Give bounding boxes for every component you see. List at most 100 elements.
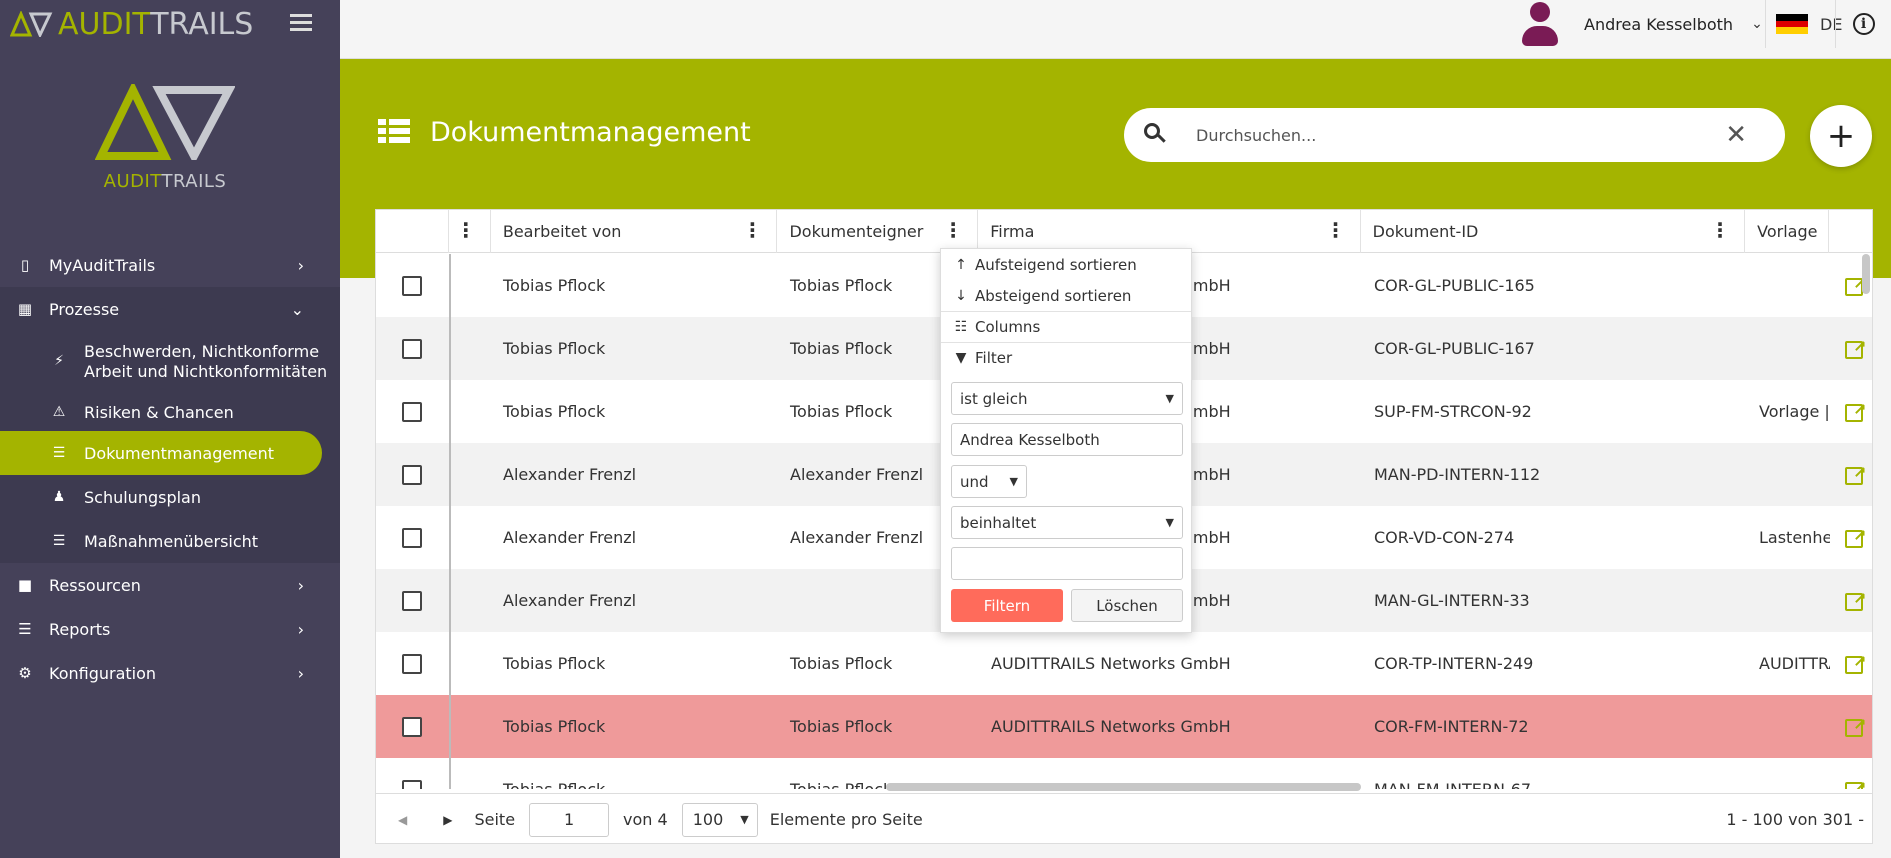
filter-value-2[interactable] bbox=[951, 547, 1183, 580]
header-dokument-id[interactable]: Dokument-ID ⋮ bbox=[1361, 210, 1746, 253]
filter-operator-2[interactable]: beinhaltet ▼ bbox=[951, 506, 1183, 539]
clear-button[interactable]: Löschen bbox=[1071, 589, 1183, 622]
row-checkbox-cell[interactable] bbox=[376, 695, 449, 758]
search-icon[interactable] bbox=[1144, 123, 1168, 147]
cell-open-link[interactable]: ↗ bbox=[1831, 632, 1872, 695]
add-label: + bbox=[1826, 116, 1856, 156]
row-checkbox-cell[interactable] bbox=[376, 380, 449, 443]
open-external-icon[interactable]: ↗ bbox=[1845, 778, 1869, 789]
cell-vorlage bbox=[1747, 254, 1831, 317]
open-external-icon[interactable]: ↗ bbox=[1845, 400, 1869, 424]
filter-logic-select[interactable]: und ▼ bbox=[951, 465, 1027, 498]
row-checkbox[interactable] bbox=[402, 464, 422, 485]
people-icon: ♟ bbox=[52, 489, 66, 505]
page-size-select[interactable]: 100 ▼ bbox=[681, 802, 758, 837]
row-checkbox[interactable] bbox=[402, 338, 422, 359]
column-menu-icon[interactable]: ⋮ bbox=[1326, 220, 1346, 240]
column-menu-icon[interactable]: ⋮ bbox=[456, 220, 476, 240]
row-checkbox-cell[interactable] bbox=[376, 317, 449, 380]
close-icon[interactable]: ✕ bbox=[1725, 120, 1747, 150]
list-icon: ☰ bbox=[52, 445, 66, 461]
row-checkbox[interactable] bbox=[402, 401, 422, 422]
row-checkbox[interactable] bbox=[402, 527, 422, 548]
cell-open-link[interactable]: ↗ bbox=[1831, 695, 1872, 758]
dropdown-arrow-icon: ▼ bbox=[740, 813, 749, 826]
open-external-icon[interactable]: ↗ bbox=[1845, 715, 1869, 739]
header-dokumenteigner[interactable]: Dokumenteigner ⋮ bbox=[777, 210, 979, 253]
header-vorlage[interactable]: Vorlage bbox=[1745, 210, 1830, 253]
row-checkbox-cell[interactable] bbox=[376, 632, 449, 695]
row-checkbox[interactable] bbox=[402, 275, 422, 296]
logo-caption-part2: TRAILS bbox=[161, 171, 227, 192]
page-input[interactable]: 1 bbox=[529, 802, 610, 837]
previous-page-icon[interactable]: ◀ bbox=[398, 813, 407, 827]
header-select-all[interactable] bbox=[376, 210, 449, 253]
open-external-icon[interactable]: ↗ bbox=[1845, 337, 1869, 361]
cell-open-link[interactable]: ↗ bbox=[1831, 758, 1872, 789]
sidebar-item-prozesse[interactable]: ▦ Prozesse ⌄ bbox=[0, 287, 340, 331]
vertical-scrollbar[interactable] bbox=[1862, 254, 1870, 294]
cell-open-link[interactable]: ↗ bbox=[1831, 569, 1872, 632]
cell-dokument-id: COR-TP-INTERN-249 bbox=[1374, 654, 1534, 673]
column-menu-icon[interactable]: ⋮ bbox=[1710, 220, 1730, 240]
row-checkbox-cell[interactable] bbox=[376, 569, 449, 632]
sidebar-subitem-massnahmen[interactable]: ☰ Maßnahmenübersicht bbox=[0, 519, 340, 563]
table-row[interactable]: Tobias Pflock Tobias Pflock AUDITTRAILS Ne… bbox=[376, 632, 1872, 695]
column-menu-icon[interactable]: ⋮ bbox=[943, 220, 963, 240]
row-checkbox[interactable] bbox=[402, 590, 422, 611]
filter-value-1-text: Andrea Kesselboth bbox=[960, 430, 1100, 449]
row-checkbox-cell[interactable] bbox=[376, 758, 449, 789]
next-page-icon[interactable]: ▶ bbox=[443, 813, 452, 827]
sidebar-item-konfiguration[interactable]: ⚙ Konfiguration › bbox=[0, 651, 340, 695]
filter-button[interactable]: Filtern bbox=[951, 589, 1063, 622]
row-checkbox[interactable] bbox=[402, 716, 422, 737]
add-document-button[interactable]: + bbox=[1810, 105, 1872, 167]
row-checkbox-cell[interactable] bbox=[376, 254, 449, 317]
header-firma[interactable]: Firma ⋮ bbox=[978, 210, 1361, 253]
cell-open-link[interactable]: ↗ bbox=[1831, 317, 1872, 380]
open-external-icon[interactable]: ↗ bbox=[1845, 526, 1869, 550]
filter-operator-1[interactable]: ist gleich ▼ bbox=[951, 382, 1183, 415]
open-external-icon[interactable]: ↗ bbox=[1845, 589, 1869, 613]
sidebar-subitem-beschwerden[interactable]: ⚡ Beschwerden, Nichtkonforme Arbeit und N… bbox=[0, 331, 340, 393]
page-label: Seite bbox=[474, 810, 516, 829]
table-row[interactable]: Tobias Pflock Tobias Pflock AUDITTRAILS Ne… bbox=[376, 695, 1872, 758]
horizontal-scrollbar[interactable] bbox=[886, 783, 1361, 791]
cell-vorlage: Vorlage | A bbox=[1759, 402, 1830, 421]
sort-ascending-item[interactable]: ↑ Aufsteigend sortieren bbox=[941, 249, 1191, 280]
header-bearbeitet-von[interactable]: Bearbeitet von ⋮ bbox=[491, 210, 778, 253]
row-checkbox-cell[interactable] bbox=[376, 506, 449, 569]
sort-descending-item[interactable]: ↓ Absteigend sortieren bbox=[941, 280, 1191, 311]
cell-open-link[interactable]: ↗ bbox=[1831, 443, 1872, 506]
hamburger-menu-icon[interactable] bbox=[290, 14, 312, 35]
sidebar: AUDITTRAILS AUDITTRAILS ▯ MyAuditTrails … bbox=[0, 0, 340, 858]
cell-open-link[interactable]: ↗ bbox=[1831, 506, 1872, 569]
sidebar-item-reports[interactable]: ☰ Reports › bbox=[0, 607, 340, 651]
info-button[interactable]: i bbox=[1835, 0, 1891, 48]
sidebar-subitem-label: Dokumentmanagement bbox=[84, 443, 275, 463]
sidebar-item-myaudittrails[interactable]: ▯ MyAuditTrails › bbox=[0, 243, 340, 287]
cell-dokument-id: SUP-FM-STRCON-92 bbox=[1374, 402, 1532, 421]
sidebar-subitem-risiken[interactable]: ⚠ Risiken & Chancen bbox=[0, 393, 340, 431]
row-checkbox-cell[interactable] bbox=[376, 443, 449, 506]
user-menu[interactable]: Andrea Kesselboth ⌄ bbox=[1520, 0, 1763, 48]
sidebar-subitem-dokumentmanagement[interactable]: ☰ Dokumentmanagement bbox=[0, 431, 322, 475]
row-checkbox[interactable] bbox=[402, 779, 422, 789]
open-external-icon[interactable]: ↗ bbox=[1845, 463, 1869, 487]
open-external-icon[interactable]: ↗ bbox=[1845, 652, 1869, 676]
columns-item[interactable]: ☷ Columns bbox=[941, 311, 1191, 342]
search-input[interactable] bbox=[1194, 124, 1714, 146]
search-bar: ✕ bbox=[1124, 108, 1785, 162]
filter-logic-value: und bbox=[960, 472, 989, 491]
filter-value-1[interactable]: Andrea Kesselboth bbox=[951, 423, 1183, 456]
sidebar-subitem-schulungsplan[interactable]: ♟ Schulungsplan bbox=[0, 475, 340, 519]
row-checkbox[interactable] bbox=[402, 653, 422, 674]
cell-open-link[interactable]: ↗ bbox=[1831, 380, 1872, 443]
filter-item[interactable]: ▼ Filter bbox=[941, 342, 1191, 373]
language-switcher[interactable]: DE bbox=[1765, 0, 1842, 48]
sidebar-item-ressourcen[interactable]: ■ Ressourcen › bbox=[0, 563, 340, 607]
brand-logo[interactable]: AUDITTRAILS bbox=[10, 7, 253, 42]
column-menu-icon[interactable]: ⋮ bbox=[742, 220, 762, 240]
chevron-right-icon: › bbox=[297, 663, 304, 683]
chevron-down-icon: ⌄ bbox=[1751, 16, 1763, 32]
